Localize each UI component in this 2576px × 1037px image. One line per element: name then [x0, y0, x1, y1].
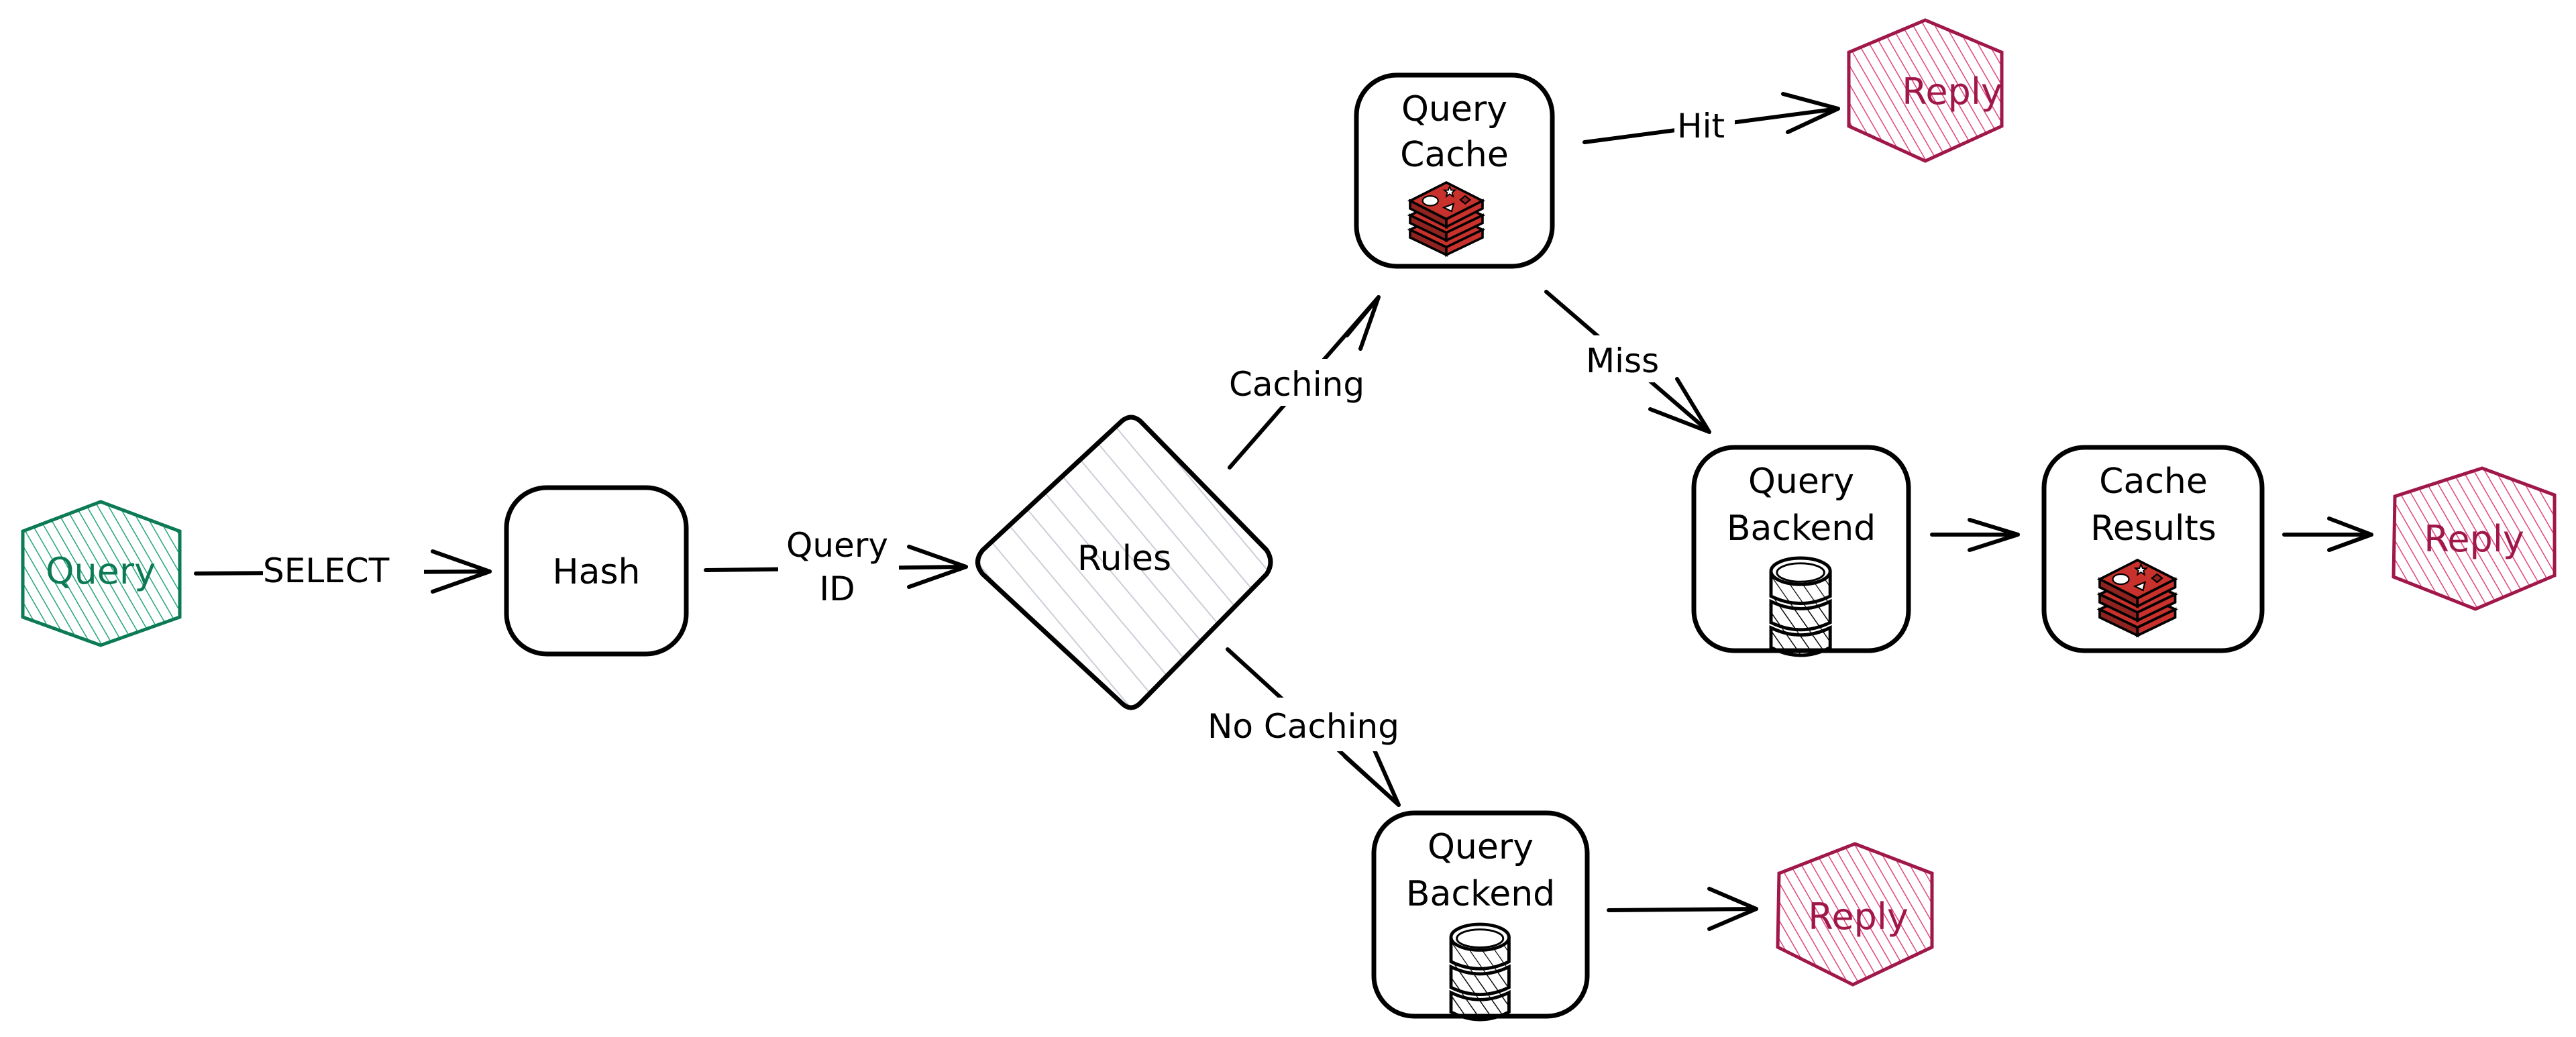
edge-label-query-id-line2: ID: [819, 569, 855, 608]
node-rules-label: Rules: [1077, 539, 1171, 579]
database-icon: [1451, 924, 1509, 1020]
node-query-cache-label-line1: Query: [1401, 89, 1507, 129]
node-reply-nocache-label: Reply: [1808, 895, 1909, 938]
edge-label-query-id-line1: Query: [786, 526, 888, 565]
node-cache-results-label-line2: Results: [2090, 508, 2216, 549]
edge-nocache-backend-to-reply: [1607, 887, 1758, 931]
node-query-backend-miss[interactable]: Query Backend: [1691, 445, 1911, 655]
node-query-backend-nocache-label-line1: Query: [1428, 827, 1534, 867]
edge-cache-results-to-reply: [2282, 516, 2373, 552]
edge-label-select: SELECT: [263, 551, 390, 590]
node-reply-miss[interactable]: Reply: [2392, 466, 2557, 611]
node-cache-results-label-line1: Cache: [2099, 461, 2208, 502]
node-cache-results[interactable]: Cache Results: [2041, 445, 2265, 653]
node-query[interactable]: Query: [21, 500, 182, 647]
edge-select: SELECT: [194, 549, 492, 594]
node-query-backend-nocache[interactable]: Query Backend: [1371, 810, 1590, 1020]
node-reply-miss-label: Reply: [2424, 518, 2524, 560]
edge-backend-to-cache-results: [1930, 518, 2020, 552]
edge-miss: Miss: [1544, 290, 1711, 434]
node-query-backend-miss-label-line2: Backend: [1727, 508, 1876, 549]
node-reply-hit[interactable]: Reply: [1847, 18, 2004, 163]
edge-label-miss: Miss: [1586, 341, 1659, 380]
node-reply-hit-label: Reply: [1902, 70, 2002, 113]
edge-label-hit: Hit: [1677, 107, 1725, 146]
node-reply-nocache[interactable]: Reply: [1776, 842, 1934, 987]
caching-flow-diagram: SELECT Query ID Caching No Caching Hit M…: [21, 18, 2557, 1037]
database-icon: [1771, 558, 1830, 655]
node-query-backend-nocache-label-line2: Backend: [1406, 874, 1555, 914]
edge-label-no-caching: No Caching: [1208, 707, 1399, 746]
edge-label-caching: Caching: [1229, 365, 1364, 404]
node-rules[interactable]: Rules: [975, 415, 1273, 710]
node-query-backend-miss-label-line1: Query: [1748, 461, 1854, 502]
node-hash[interactable]: Hash: [504, 485, 689, 657]
edge-no-caching: No Caching: [1204, 647, 1426, 807]
node-query-cache[interactable]: Query Cache: [1354, 72, 1555, 269]
node-query-label: Query: [46, 550, 156, 592]
node-query-cache-label-line2: Cache: [1400, 135, 1509, 175]
edge-caching: Caching: [1226, 295, 1381, 470]
node-hash-label: Hash: [552, 552, 640, 592]
edge-hit: Hit: [1582, 92, 1840, 146]
edge-query-id: Query ID: [704, 516, 968, 610]
